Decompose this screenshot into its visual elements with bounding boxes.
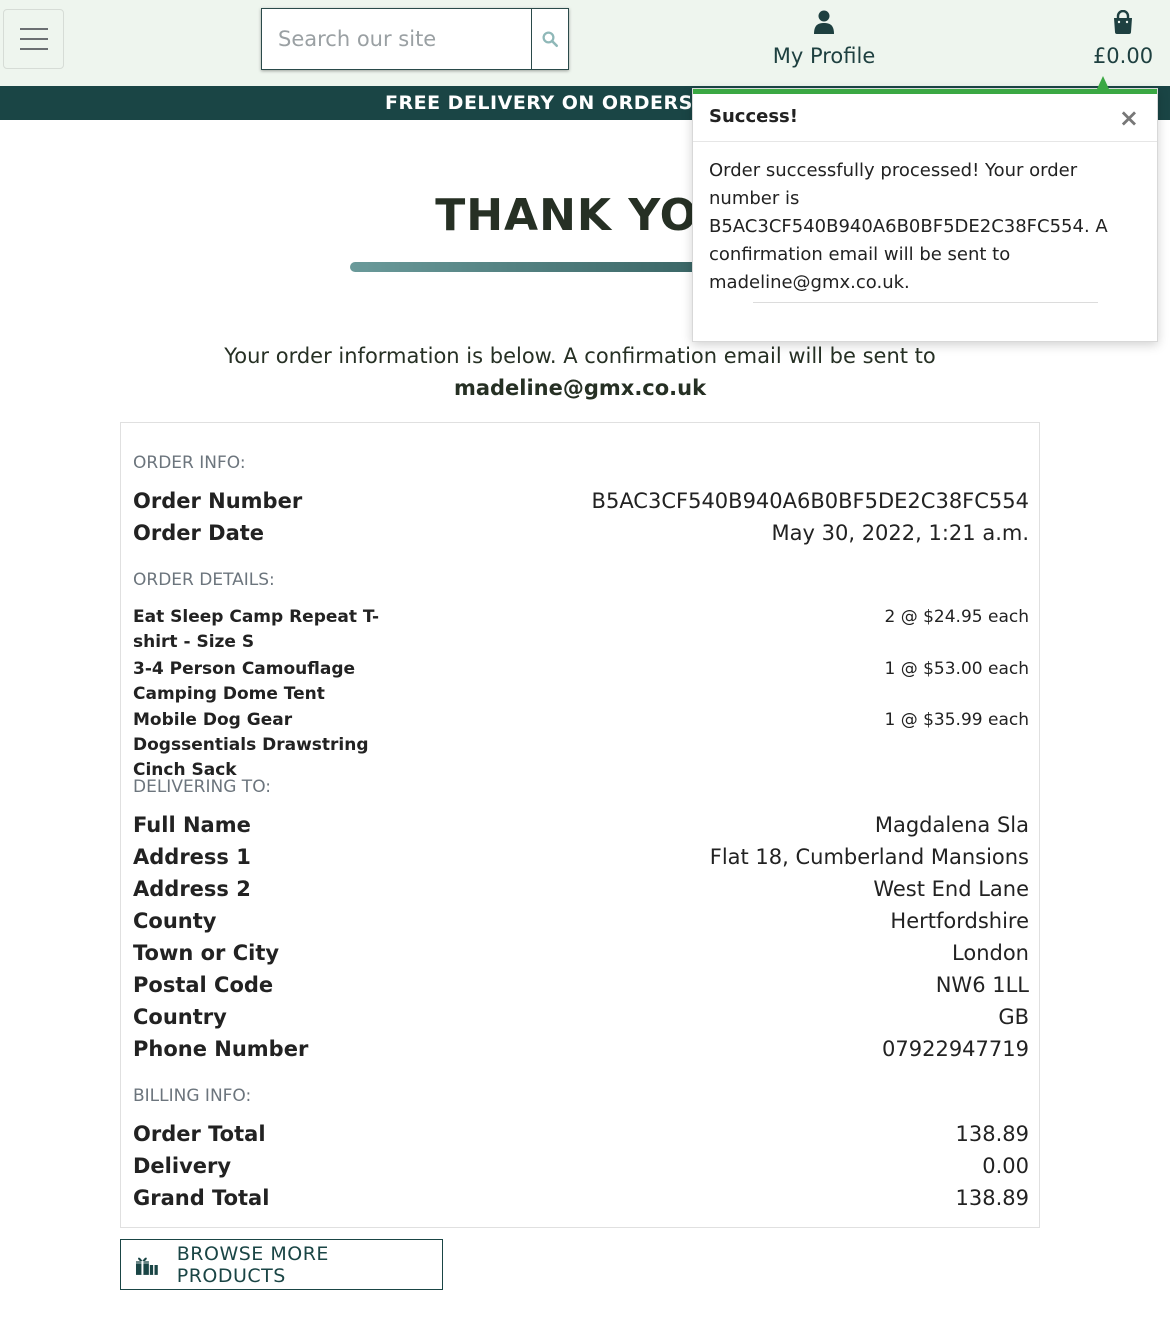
delivery-field-label: Address 2 xyxy=(133,877,251,901)
delivery-field-value: Magdalena Sla xyxy=(874,813,1029,837)
line-item-name: Eat Sleep Camp Repeat T-shirt - Size S xyxy=(133,607,380,652)
billing-field-label: Order Total xyxy=(133,1122,266,1146)
menu-toggle-button[interactable] xyxy=(3,9,64,69)
delivery-field-label: Country xyxy=(133,1005,227,1029)
browse-more-products-label: BROWSE MORE PRODUCTS xyxy=(176,1242,329,1287)
delivery-row: Phone Number 07922947719 xyxy=(133,1037,1029,1069)
billing-row: Grand Total 138.89 xyxy=(133,1186,1029,1218)
success-toast: Success! × Order successfully processed!… xyxy=(692,76,1158,342)
delivery-row: Address 2 West End Lane xyxy=(133,877,1029,909)
line-item-quantity: 1 @ $53.00 each xyxy=(884,659,1029,679)
order-details-heading: ORDER DETAILS: xyxy=(133,570,275,590)
delivery-field-value: 07922947719 xyxy=(882,1037,1029,1061)
delivery-field-value: Hertfordshire xyxy=(890,909,1029,933)
line-item-quantity: 1 @ $35.99 each xyxy=(884,710,1029,730)
user-icon xyxy=(814,10,834,34)
search-icon xyxy=(542,31,559,48)
delivery-field-value: NW6 1LL xyxy=(935,973,1029,997)
billing-row: Order Total 138.89 xyxy=(133,1122,1029,1154)
billing-field-value: 138.89 xyxy=(955,1122,1029,1146)
site-header: My Profile £0.00 xyxy=(0,0,1170,86)
shopping-bag-link[interactable]: £0.00 xyxy=(1080,9,1166,70)
line-item-name: 3-4 Person Camouflage Camping Dome Tent xyxy=(133,659,356,704)
order-number-value: B5AC3CF540B940A6B0BF5DE2C38FC554 xyxy=(591,489,1029,513)
order-number-label: Order Number xyxy=(133,489,303,513)
delivery-row: County Hertfordshire xyxy=(133,909,1029,941)
billing-field-value: 0.00 xyxy=(982,1154,1029,1178)
order-date-row: Order Date May 30, 2022, 1:21 a.m. xyxy=(133,521,1029,553)
billing-row: Delivery 0.00 xyxy=(133,1154,1029,1186)
delivering-to-heading: DELIVERING TO: xyxy=(133,777,272,797)
order-date-value: May 30, 2022, 1:21 a.m. xyxy=(771,521,1029,545)
billing-field-label: Delivery xyxy=(133,1154,232,1178)
delivery-row: Country GB xyxy=(133,1005,1029,1037)
billing-info-heading: BILLING INFO: xyxy=(133,1086,252,1106)
toast-title: Success! xyxy=(709,106,798,127)
order-info-heading: ORDER INFO: xyxy=(133,453,246,473)
bag-total: £0.00 xyxy=(1092,44,1154,68)
delivery-row: Address 1 Flat 18, Cumberland Mansions xyxy=(133,845,1029,877)
delivery-field-label: Address 1 xyxy=(133,845,251,869)
billing-field-value: 138.89 xyxy=(955,1186,1029,1210)
order-info-intro: Your order information is below. A confi… xyxy=(0,340,1160,404)
delivery-row: Full Name Magdalena Sla xyxy=(133,813,1029,845)
confirmation-email: madeline@gmx.co.uk xyxy=(453,376,707,400)
toast-message: Order successfully processed! Your order… xyxy=(709,160,1108,293)
line-item-name: Mobile Dog Gear Dogssentials Drawstring … xyxy=(133,710,369,780)
delivery-field-label: Full Name xyxy=(133,813,251,837)
toast-divider xyxy=(753,302,1098,303)
delivery-field-label: Phone Number xyxy=(133,1037,309,1061)
menu-icon-bar xyxy=(19,48,48,50)
browse-more-products-button[interactable]: BROWSE MORE PRODUCTS xyxy=(120,1239,443,1290)
order-info-intro-text: Your order information is below. A confi… xyxy=(224,344,936,368)
gifts-icon xyxy=(135,1257,158,1275)
close-icon[interactable]: × xyxy=(1119,104,1139,132)
my-profile-label: My Profile xyxy=(772,44,876,68)
delivery-row: Town or City London xyxy=(133,941,1029,973)
billing-field-label: Grand Total xyxy=(133,1186,270,1210)
search-button[interactable] xyxy=(531,8,569,70)
delivery-field-label: Postal Code xyxy=(133,973,274,997)
delivery-field-value: Flat 18, Cumberland Mansions xyxy=(709,845,1029,869)
my-profile-link[interactable]: My Profile xyxy=(760,10,888,70)
delivery-field-value: West End Lane xyxy=(873,877,1029,901)
menu-icon-bar xyxy=(19,28,48,30)
search-input[interactable] xyxy=(261,8,531,70)
delivery-field-value: London xyxy=(952,941,1029,965)
search-form xyxy=(261,8,569,70)
menu-icon-bar xyxy=(19,38,48,40)
order-summary-card: ORDER INFO: Order Number B5AC3CF540B940A… xyxy=(120,422,1040,1228)
toast-arrow xyxy=(1097,76,1109,89)
delivery-field-value: GB xyxy=(998,1005,1029,1029)
delivery-field-label: County xyxy=(133,909,217,933)
order-date-label: Order Date xyxy=(133,521,265,545)
delivery-field-label: Town or City xyxy=(133,941,280,965)
line-item-quantity: 2 @ $24.95 each xyxy=(884,607,1029,627)
delivery-row: Postal Code NW6 1LL xyxy=(133,973,1029,1005)
toast-header: Success! × xyxy=(693,94,1157,142)
shopping-bag-icon xyxy=(1114,9,1132,34)
order-number-row: Order Number B5AC3CF540B940A6B0BF5DE2C38… xyxy=(133,489,1029,521)
